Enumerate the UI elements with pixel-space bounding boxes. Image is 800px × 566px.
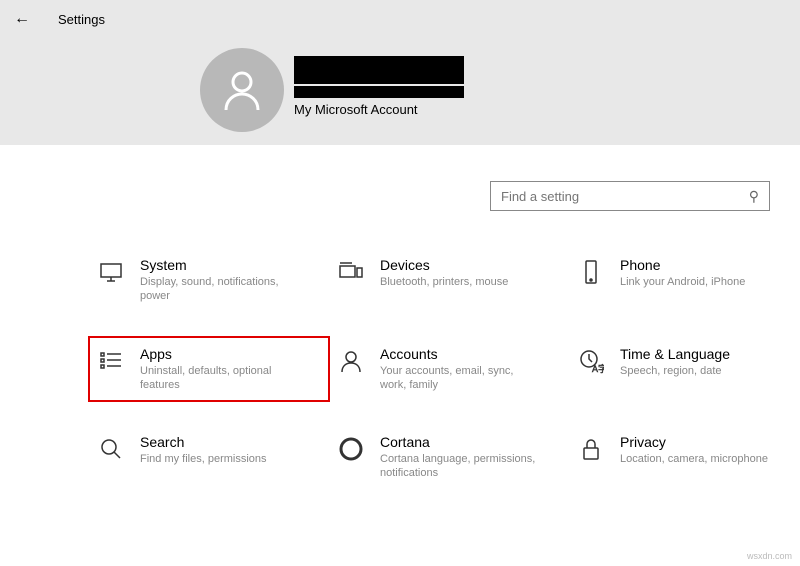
tile-sub: Speech, region, date [620,364,730,378]
tile-title: System [140,257,300,273]
search-box[interactable]: ⚲ [490,181,770,211]
avatar [200,48,284,132]
redacted-email [294,86,464,98]
ms-account-link[interactable]: My Microsoft Account [294,102,464,117]
tile-privacy[interactable]: Privacy Location, camera, microphone [574,434,800,481]
devices-icon [334,257,368,285]
account-section: My Microsoft Account [200,48,464,132]
tile-title: Accounts [380,346,540,362]
tile-title: Privacy [620,434,768,450]
tile-sub: Bluetooth, printers, mouse [380,275,508,289]
header: ← Settings My Microsoft Account [0,0,800,145]
tile-time-language[interactable]: A字 Time & Language Speech, region, date [574,346,800,393]
tile-search[interactable]: Search Find my files, permissions [94,434,324,481]
titlebar: ← Settings [0,0,800,38]
search-tile-icon [94,434,128,462]
tile-sub: Your accounts, email, sync, work, family [380,364,540,393]
svg-text:A字: A字 [592,363,604,374]
tile-system[interactable]: System Display, sound, notifications, pow… [94,257,324,304]
phone-icon [574,257,608,285]
privacy-icon [574,434,608,462]
page-title: Settings [58,12,105,27]
tile-sub: Cortana language, permissions, notificat… [380,452,540,481]
account-text: My Microsoft Account [294,48,464,117]
tile-phone[interactable]: Phone Link your Android, iPhone [574,257,800,304]
tile-sub: Find my files, permissions [140,452,267,466]
system-icon [94,257,128,285]
tile-sub: Location, camera, microphone [620,452,768,466]
tile-title: Apps [140,346,300,362]
redacted-name [294,56,464,84]
search-area: ⚲ [0,145,800,211]
tile-title: Phone [620,257,745,273]
cortana-icon [334,434,368,462]
back-button[interactable]: ← [14,10,30,28]
tile-title: Cortana [380,434,540,450]
tile-sub: Link your Android, iPhone [620,275,745,289]
tile-cortana[interactable]: Cortana Cortana language, permissions, no… [334,434,564,481]
user-icon [218,66,266,114]
search-input[interactable] [501,189,741,204]
tile-devices[interactable]: Devices Bluetooth, printers, mouse [334,257,564,304]
tile-sub: Display, sound, notifications, power [140,275,300,304]
time-icon: A字 [574,346,608,374]
tile-title: Search [140,434,267,450]
tile-title: Devices [380,257,508,273]
search-icon: ⚲ [749,188,759,205]
tile-title: Time & Language [620,346,730,362]
tile-apps[interactable]: Apps Uninstall, defaults, optional featur… [88,336,330,403]
settings-grid: System Display, sound, notifications, pow… [0,211,800,481]
apps-icon [94,346,128,374]
tile-sub: Uninstall, defaults, optional features [140,364,300,393]
watermark: wsxdn.com [747,551,792,561]
accounts-icon [334,346,368,374]
tile-accounts[interactable]: Accounts Your accounts, email, sync, work… [334,346,564,393]
